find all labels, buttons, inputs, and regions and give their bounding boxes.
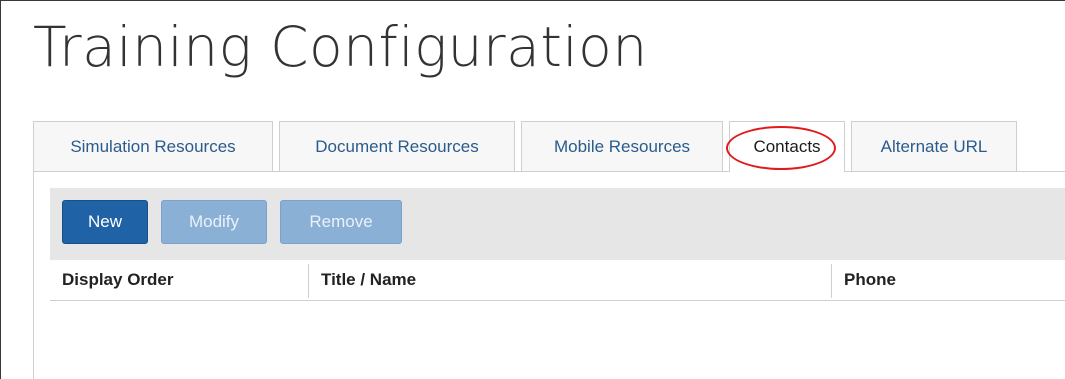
tab-contacts[interactable]: Contacts — [726, 121, 845, 172]
page-title: Training Configuration — [33, 15, 648, 79]
contacts-panel: New Modify Remove Display Order Title / … — [33, 172, 1065, 379]
column-phone[interactable]: Phone — [844, 260, 896, 300]
app-window: Training Configuration Simulation Resour… — [0, 0, 1065, 379]
column-title-name[interactable]: Title / Name — [321, 260, 416, 300]
tab-label: Simulation Resources — [70, 136, 236, 156]
action-toolbar: New Modify Remove — [50, 188, 1065, 260]
new-button[interactable]: New — [62, 200, 148, 244]
tab-document-resources[interactable]: Document Resources — [279, 121, 515, 171]
tab-label: Mobile Resources — [553, 136, 691, 156]
tab-simulation-resources[interactable]: Simulation Resources — [33, 121, 273, 171]
tab-label: Contacts — [753, 137, 821, 156]
column-divider — [831, 264, 832, 298]
modify-button[interactable]: Modify — [161, 200, 267, 244]
tab-mobile-resources[interactable]: Mobile Resources — [521, 121, 723, 171]
tab-alternate-url[interactable]: Alternate URL — [851, 121, 1017, 171]
tab-label: Alternate URL — [880, 136, 988, 156]
remove-button[interactable]: Remove — [280, 200, 402, 244]
column-divider — [308, 264, 309, 298]
table-header: Display Order Title / Name Phone — [50, 260, 1065, 301]
tab-bar: Simulation Resources Document Resources … — [33, 121, 1065, 172]
column-display-order[interactable]: Display Order — [62, 260, 174, 300]
tab-label: Document Resources — [315, 136, 479, 156]
